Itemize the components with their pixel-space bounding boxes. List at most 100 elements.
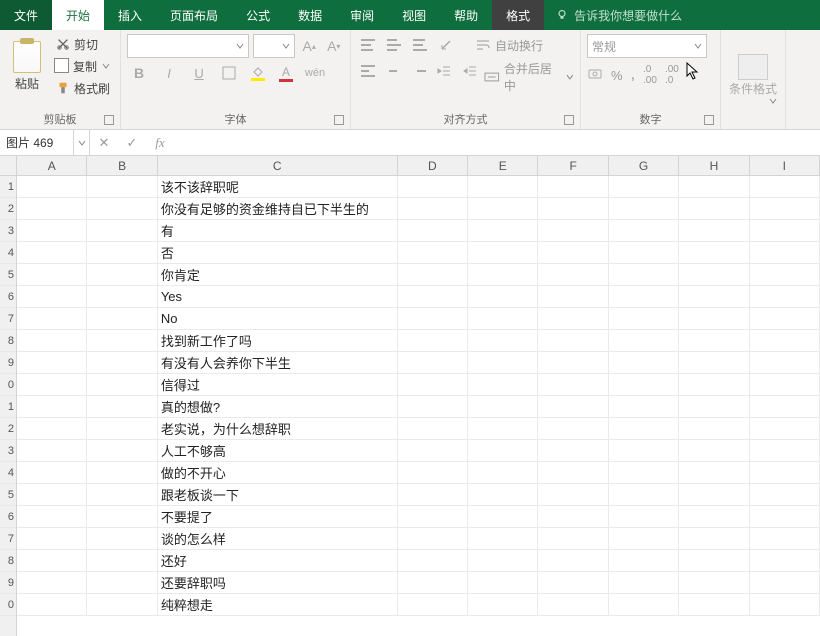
font-size-combo[interactable] — [253, 34, 295, 58]
cell[interactable] — [679, 352, 749, 374]
cell[interactable] — [17, 242, 87, 264]
cell[interactable] — [679, 396, 749, 418]
cell[interactable] — [87, 286, 157, 308]
cell[interactable] — [538, 286, 608, 308]
cell[interactable] — [750, 264, 820, 286]
cell[interactable] — [17, 286, 87, 308]
cell[interactable] — [538, 484, 608, 506]
comma-button[interactable]: , — [631, 66, 635, 84]
cell[interactable] — [750, 440, 820, 462]
cell[interactable] — [609, 440, 679, 462]
cell[interactable] — [17, 484, 87, 506]
cell[interactable] — [609, 550, 679, 572]
cell[interactable] — [468, 396, 538, 418]
cell[interactable]: 还要辞职吗 — [158, 572, 398, 594]
cell[interactable]: 信得过 — [158, 374, 398, 396]
cell[interactable] — [538, 506, 608, 528]
tab-help[interactable]: 帮助 — [440, 0, 492, 30]
cell[interactable] — [679, 264, 749, 286]
cell[interactable] — [609, 352, 679, 374]
cell[interactable]: 有 — [158, 220, 398, 242]
column-header[interactable]: I — [750, 156, 820, 175]
cell[interactable] — [468, 242, 538, 264]
cell[interactable] — [398, 396, 468, 418]
cell[interactable]: 找到新工作了吗 — [158, 330, 398, 352]
row-header[interactable]: 4 — [0, 462, 16, 484]
cell[interactable]: 还好 — [158, 550, 398, 572]
cell[interactable] — [679, 506, 749, 528]
row-header[interactable]: 6 — [0, 506, 16, 528]
font-name-combo[interactable] — [127, 34, 249, 58]
cell[interactable] — [750, 396, 820, 418]
cell[interactable] — [609, 374, 679, 396]
cell[interactable] — [679, 440, 749, 462]
paste-button[interactable]: 粘贴 — [6, 34, 48, 98]
cell[interactable] — [468, 176, 538, 198]
cell[interactable] — [609, 484, 679, 506]
cell[interactable] — [538, 462, 608, 484]
cell[interactable] — [538, 594, 608, 616]
cell[interactable] — [468, 528, 538, 550]
merge-center-button[interactable]: 合并后居中 — [484, 60, 574, 94]
row-header[interactable]: 8 — [0, 330, 16, 352]
align-middle-button[interactable] — [383, 34, 405, 56]
cell[interactable] — [398, 308, 468, 330]
cell[interactable] — [398, 374, 468, 396]
column-header[interactable]: C — [158, 156, 398, 175]
cell[interactable] — [398, 418, 468, 440]
increase-font-button[interactable]: A▴ — [299, 35, 320, 57]
cell[interactable] — [17, 198, 87, 220]
row-header[interactable]: 4 — [0, 242, 16, 264]
decrease-font-button[interactable]: A▾ — [323, 35, 344, 57]
phonetic-button[interactable]: wén — [303, 62, 327, 84]
cell[interactable] — [538, 550, 608, 572]
cell[interactable] — [609, 528, 679, 550]
cell[interactable] — [398, 242, 468, 264]
cell[interactable] — [87, 220, 157, 242]
cell[interactable] — [398, 330, 468, 352]
cell[interactable] — [17, 550, 87, 572]
cell[interactable] — [87, 528, 157, 550]
row-header[interactable]: 7 — [0, 528, 16, 550]
tab-layout[interactable]: 页面布局 — [156, 0, 232, 30]
cell-grid[interactable]: 该不该辞职呢你没有足够的资金维持自已下半生的有否你肯定YesNo找到新工作了吗有… — [17, 176, 820, 636]
row-header[interactable]: 5 — [0, 484, 16, 506]
cell[interactable] — [87, 506, 157, 528]
align-right-button[interactable] — [408, 60, 429, 82]
cell[interactable] — [17, 308, 87, 330]
accounting-button[interactable] — [587, 67, 603, 84]
column-header[interactable]: D — [398, 156, 468, 175]
tell-me[interactable]: 告诉我你想要做什么 — [544, 0, 694, 30]
name-box[interactable]: 图片 469 — [0, 130, 74, 155]
cell[interactable] — [609, 506, 679, 528]
cell[interactable] — [750, 550, 820, 572]
row-header[interactable]: 2 — [0, 418, 16, 440]
cell[interactable] — [609, 286, 679, 308]
cell[interactable] — [679, 220, 749, 242]
cell[interactable] — [609, 572, 679, 594]
cell[interactable] — [538, 242, 608, 264]
cell[interactable] — [538, 440, 608, 462]
cell[interactable]: No — [158, 308, 398, 330]
cell[interactable] — [538, 220, 608, 242]
cell[interactable] — [468, 220, 538, 242]
cell[interactable] — [398, 528, 468, 550]
cell[interactable] — [679, 462, 749, 484]
cell[interactable] — [609, 418, 679, 440]
tab-formulas[interactable]: 公式 — [232, 0, 284, 30]
column-header[interactable]: G — [609, 156, 679, 175]
cell[interactable] — [87, 418, 157, 440]
cell[interactable] — [750, 286, 820, 308]
cell[interactable] — [87, 264, 157, 286]
cell[interactable] — [17, 440, 87, 462]
column-header[interactable]: F — [538, 156, 608, 175]
cell[interactable] — [17, 528, 87, 550]
cell[interactable] — [750, 308, 820, 330]
confirm-formula-button[interactable]: ✓ — [118, 135, 146, 151]
increase-decimal-button[interactable]: .0.00 — [643, 64, 657, 86]
cell[interactable] — [468, 374, 538, 396]
cell[interactable] — [538, 374, 608, 396]
row-header[interactable]: 8 — [0, 550, 16, 572]
row-header[interactable]: 9 — [0, 352, 16, 374]
row-header[interactable]: 6 — [0, 286, 16, 308]
